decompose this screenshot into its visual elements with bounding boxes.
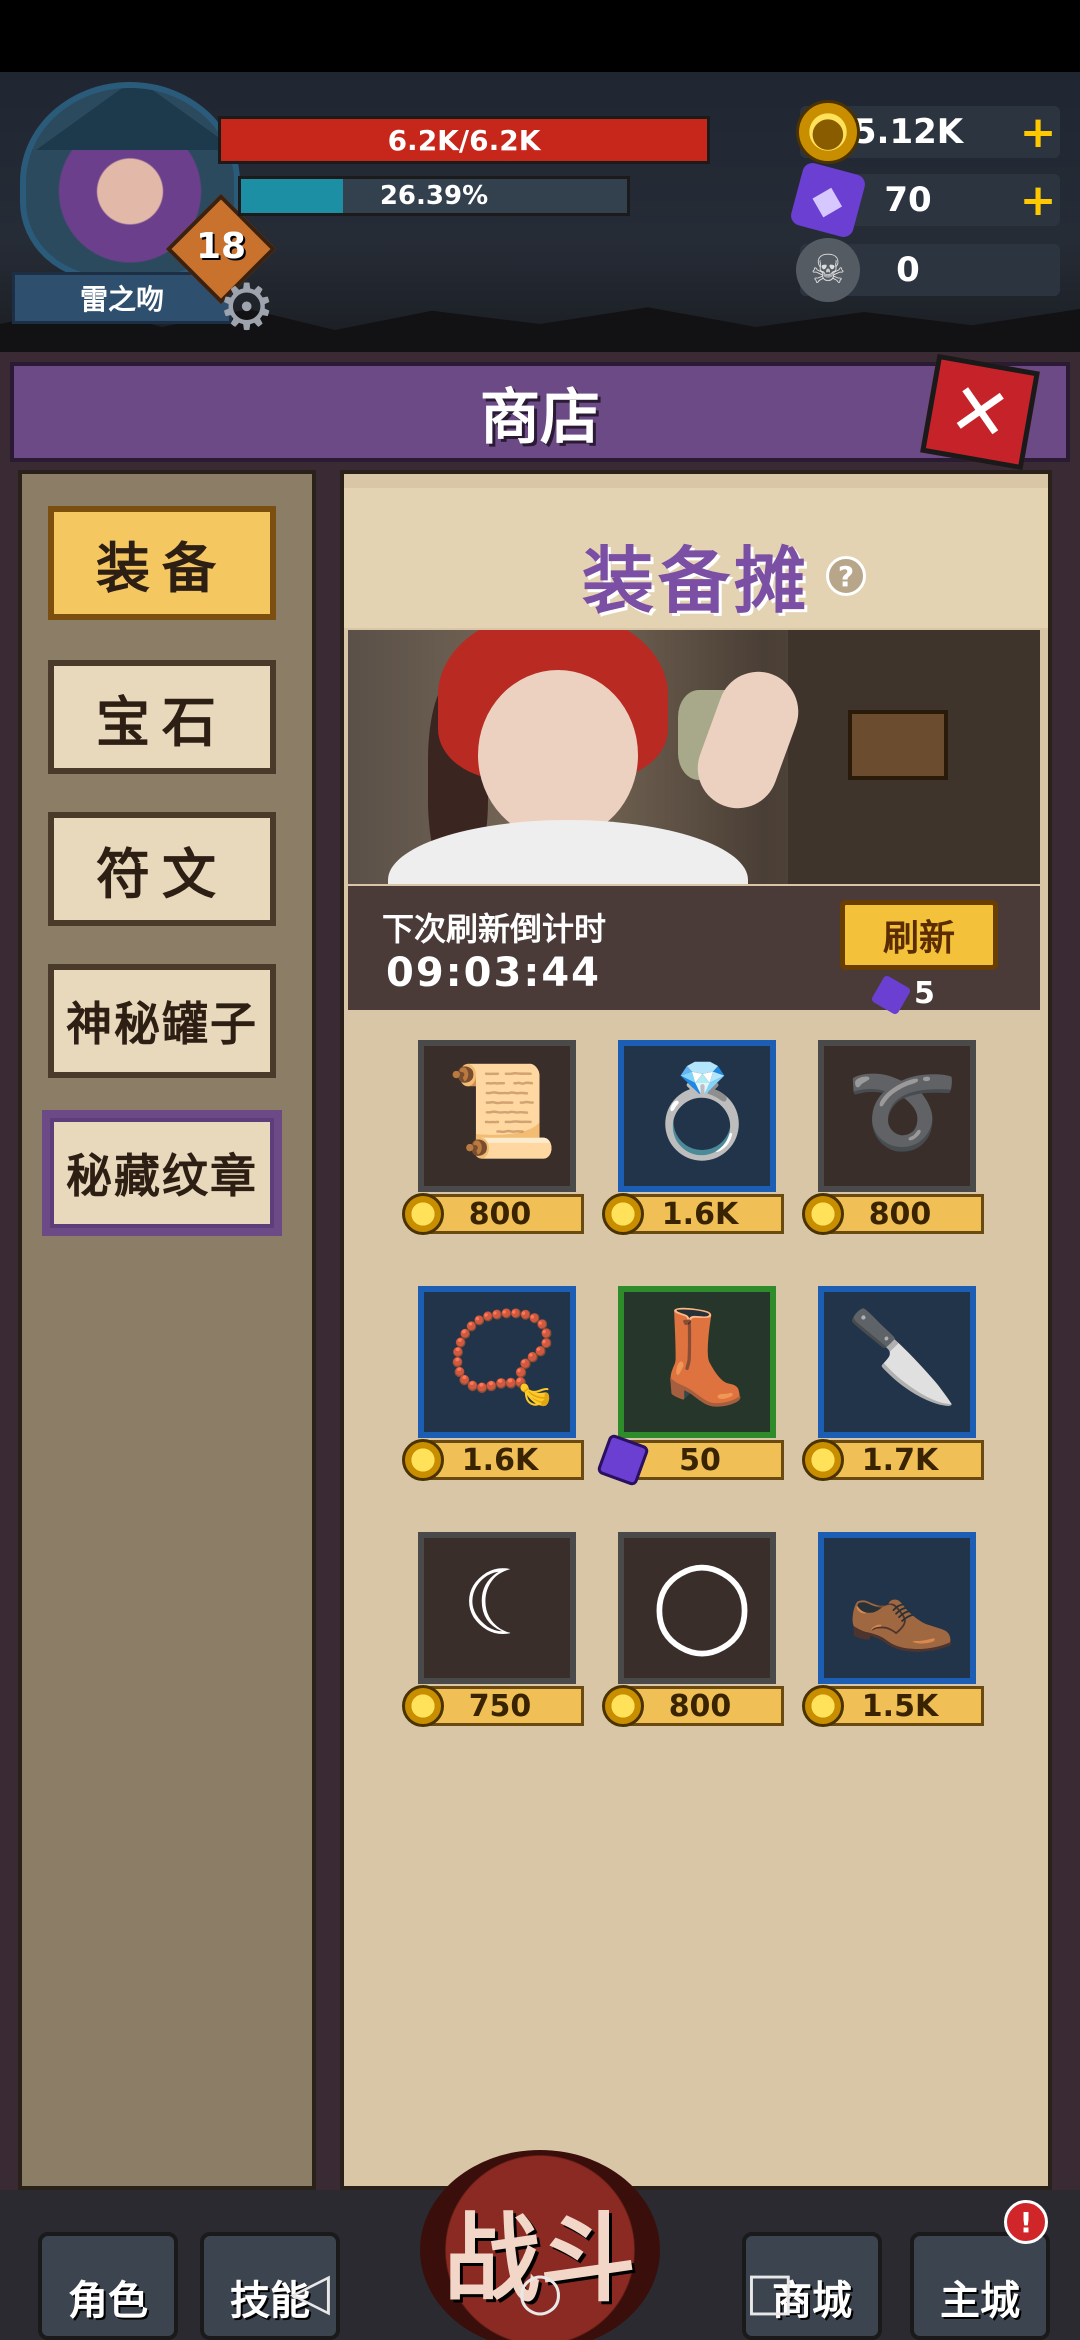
merchant-illustration (348, 630, 1040, 884)
leather-boots-icon: 👞 (845, 1550, 959, 1656)
player-level: 18 (195, 226, 247, 267)
shop-item[interactable]: 👞 (818, 1532, 976, 1684)
hp-text: 6.2K/6.2K (387, 123, 541, 157)
close-button[interactable]: ✕ (920, 353, 1040, 471)
nav-main-city[interactable]: 主城 (910, 2232, 1050, 2340)
add-gem-button[interactable]: + (1016, 175, 1060, 226)
shop-title: 商店 (480, 382, 600, 453)
gold-coin-icon (402, 1439, 444, 1481)
stall-title: 装备摊 (581, 539, 810, 623)
gold-coin-icon (602, 1193, 644, 1235)
tab-gems[interactable]: 宝石 (48, 660, 276, 774)
refresh-countdown-label: 下次刷新倒计时 (382, 910, 607, 948)
system-recents-button[interactable]: □ (740, 2262, 800, 2322)
pearl-necklace-icon: ◯ (651, 1550, 753, 1656)
xp-text: 26.39% (379, 181, 489, 211)
shop-item[interactable]: 📿 (418, 1286, 576, 1438)
knife-icon: 🔪 (845, 1304, 959, 1410)
refresh-button[interactable]: 刷新 (840, 900, 998, 970)
help-icon[interactable]: ? (826, 556, 866, 596)
gold-coin-icon (802, 1193, 844, 1235)
gold-coin-icon (602, 1685, 644, 1727)
shop-item[interactable]: 🔪 (818, 1286, 976, 1438)
notification-badge: ! (1004, 2200, 1048, 2244)
shop-item[interactable]: ☾ (418, 1532, 576, 1684)
gold-coin-icon (402, 1193, 444, 1235)
nav-character[interactable]: 角色 (38, 2232, 178, 2340)
tab-runes[interactable]: 符文 (48, 812, 276, 926)
shop-item[interactable]: 👢 (618, 1286, 776, 1438)
shop-item[interactable]: ◯ (618, 1532, 776, 1684)
add-gold-button[interactable]: + (1016, 107, 1060, 158)
merchant-face (478, 670, 638, 840)
sickle-icon: ☾ (461, 1550, 543, 1656)
refresh-countdown-timer: 09:03:44 (386, 950, 601, 996)
system-back-button[interactable]: ◁ (280, 2262, 340, 2322)
gear-icon[interactable]: ⚙ (218, 270, 298, 346)
gold-coin-icon (402, 1685, 444, 1727)
gold-coin-icon: ● (796, 100, 860, 164)
gold-coin-icon (802, 1439, 844, 1481)
gold-coin-icon (802, 1685, 844, 1727)
necklace-icon: 📿 (445, 1304, 559, 1410)
shop-item[interactable]: 💍 (618, 1040, 776, 1192)
refresh-cost: 5 (914, 976, 935, 1011)
tab-secret-crest[interactable]: 秘藏纹章 (42, 1110, 282, 1236)
hp-bar: 6.2K/6.2K (218, 116, 710, 164)
system-home-button[interactable]: ○ (510, 2262, 570, 2322)
tab-equipment[interactable]: 装备 (48, 506, 276, 620)
chest-decoration (848, 710, 948, 780)
belt-icon: ➰ (845, 1058, 959, 1164)
shop-item[interactable]: ➰ (818, 1040, 976, 1192)
shop-item[interactable]: 📜 (418, 1040, 576, 1192)
status-bar (0, 0, 1080, 72)
boots-icon: 👢 (645, 1304, 759, 1410)
gold-ring-icon: 💍 (645, 1058, 759, 1164)
scroll-icon: 📜 (445, 1058, 559, 1164)
tab-mystery-jar[interactable]: 神秘罐子 (48, 964, 276, 1078)
shop-header: 商店 (10, 362, 1070, 462)
xp-bar: 26.39% (238, 176, 630, 216)
ram-skull-icon: ☠ (796, 238, 860, 302)
